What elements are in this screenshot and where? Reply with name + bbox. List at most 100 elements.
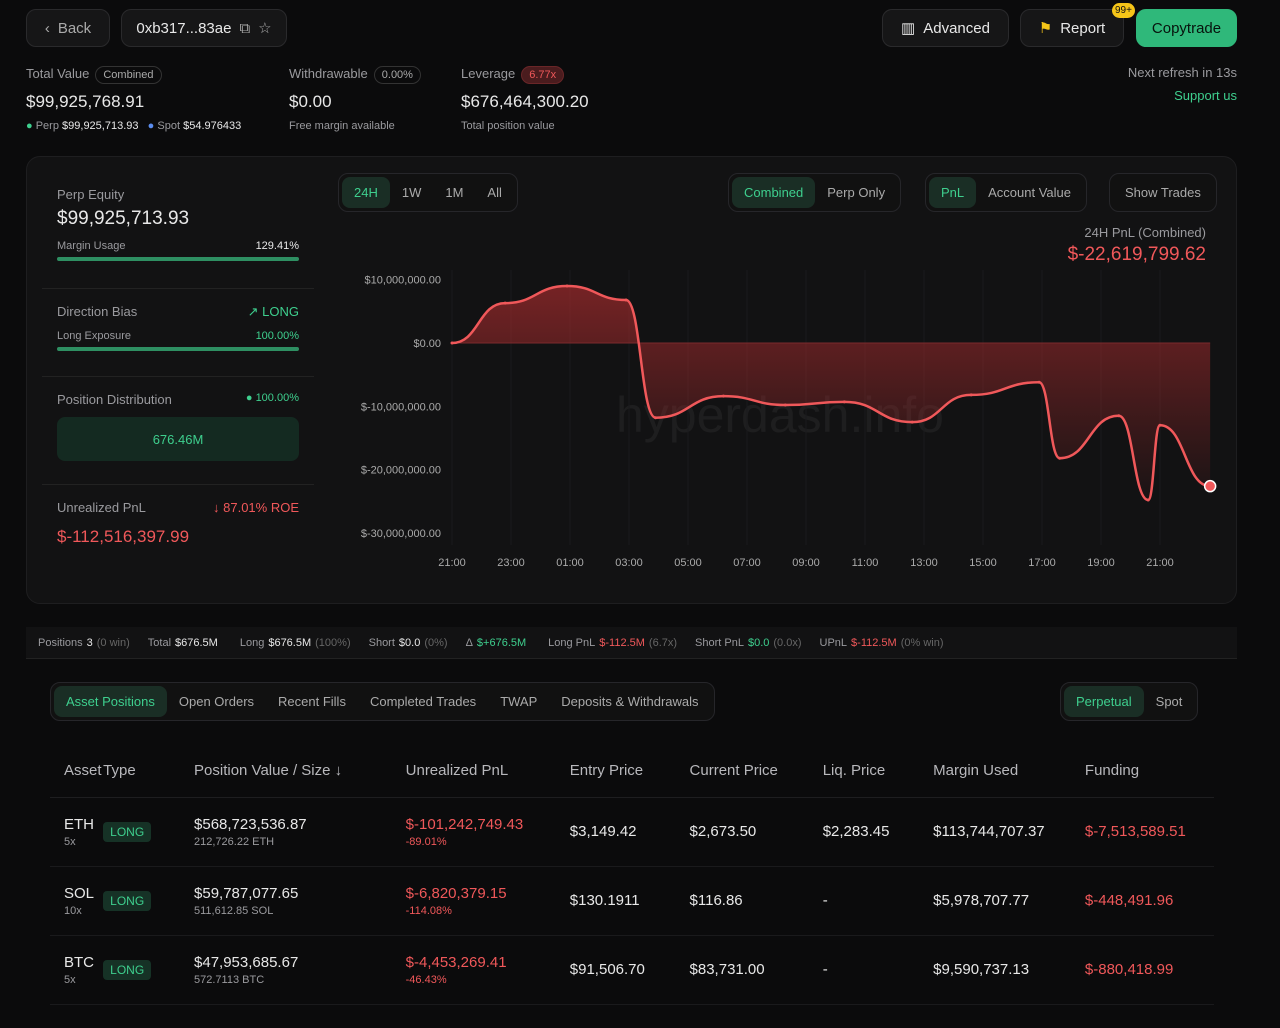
y-tick-label: $-30,000,000.00 [361, 528, 441, 540]
current-point[interactable] [1205, 481, 1216, 492]
x-tick-label: 07:00 [733, 557, 761, 569]
x-tick-label: 15:00 [969, 557, 997, 569]
stat-item: UPnL$-112.5M(0% win) [820, 637, 948, 649]
x-tick-label: 05:00 [674, 557, 702, 569]
margin-used: $5,978,707.77 [933, 866, 1085, 935]
stat-item: Positions 3 (0 win) [38, 637, 134, 649]
tab-open-orders[interactable]: Open Orders [167, 686, 266, 717]
y-tick-label: $10,000,000.00 [365, 275, 441, 287]
type-badge: LONG [103, 822, 151, 842]
pnl-chart[interactable]: hyperdash.info $10,000,000.00$0.00$-10,0… [0, 0, 1280, 600]
tab-asset-positions[interactable]: Asset Positions [54, 686, 167, 717]
x-tick-label: 01:00 [556, 557, 584, 569]
tab-perpetual[interactable]: Perpetual [1064, 686, 1144, 717]
stat-item: Total $676.5M [148, 637, 226, 649]
stat-value: $0.0 [399, 637, 420, 649]
data-point [654, 416, 657, 419]
x-tick-label: 19:00 [1087, 557, 1115, 569]
column-header[interactable]: Position Value / Size ↓ [194, 745, 406, 797]
type-badge: LONG [103, 960, 151, 980]
stat-item: Long$676.5M(100%) [240, 637, 355, 649]
liq-price: - [823, 935, 933, 1004]
x-tick-label: 11:00 [852, 557, 879, 569]
position-value: $47,953,685.67 [194, 954, 298, 971]
upnl-pct: -46.43% [406, 974, 570, 986]
funding: $-448,491.96 [1085, 866, 1214, 935]
column-header: Funding [1085, 745, 1214, 797]
stat-label: Total [148, 637, 171, 649]
upnl: $-6,820,379.15 [406, 885, 507, 902]
current-price: $2,673.50 [690, 797, 823, 866]
entry-price: $3,149.42 [570, 797, 690, 866]
stat-note: (100%) [315, 637, 350, 649]
leverage: 5x [64, 836, 103, 848]
stat-note: (0.0x) [773, 637, 801, 649]
size: 572.7113 BTC [194, 974, 406, 986]
y-tick-label: $-10,000,000.00 [361, 401, 441, 413]
position-value: $59,787,077.65 [194, 885, 298, 902]
positions-stats-bar: Positions 3 (0 win) Total $676.5M Long$676.5M… [26, 627, 1237, 659]
column-header: Type [103, 745, 194, 797]
data-point [1117, 414, 1120, 417]
x-tick-label: 21:00 [438, 557, 466, 569]
pnl-area [452, 286, 1210, 500]
funding: $-7,513,589.51 [1085, 797, 1214, 866]
size: 212,726.22 ETH [194, 836, 406, 848]
data-point [784, 404, 787, 407]
type-badge: LONG [103, 891, 151, 911]
stat-label: Long [240, 637, 264, 649]
data-point [1147, 498, 1150, 501]
x-tick-label: 13:00 [910, 557, 938, 569]
liq-price: - [823, 866, 933, 935]
tab-twap[interactable]: TWAP [488, 686, 549, 717]
stat-value: $-112.5M [599, 637, 645, 649]
current-price: $116.86 [690, 866, 823, 935]
position-value: $568,723,536.87 [194, 816, 307, 833]
table-row[interactable]: ETH 5x LONG $568,723,536.87 212,726.22 ETH… [50, 797, 1214, 866]
leverage: 5x [64, 974, 103, 986]
tab-recent-fills[interactable]: Recent Fills [266, 686, 358, 717]
stat-note: (0%) [424, 637, 447, 649]
stat-item: Short$0.0(0%) [369, 637, 452, 649]
asset: ETH [64, 816, 94, 833]
stat-note: (6.7x) [649, 637, 677, 649]
margin-used: $9,590,737.13 [933, 935, 1085, 1004]
size: 511,612.85 SOL [194, 905, 406, 917]
stat-value: $676.5M [175, 637, 218, 649]
y-tick-label: $-20,000,000.00 [361, 465, 441, 477]
liq-price: $2,283.45 [823, 797, 933, 866]
current-price: $83,731.00 [690, 935, 823, 1004]
data-point [722, 395, 725, 398]
column-header: Entry Price [570, 745, 690, 797]
margin-used: $113,744,707.37 [933, 797, 1085, 866]
data-point [451, 342, 454, 345]
data-point [1038, 381, 1041, 384]
stat-note: (0 win) [97, 637, 130, 649]
data-point [911, 421, 914, 424]
stat-item: Long PnL $-112.5M (6.7x) [548, 637, 681, 649]
stat-label: Positions [38, 637, 83, 649]
stat-item: Δ$+676.5M [466, 637, 535, 649]
data-point [504, 302, 507, 305]
x-tick-label: 03:00 [615, 557, 643, 569]
upnl: $-101,242,749.43 [406, 816, 524, 833]
stat-value: $0.0 [748, 637, 769, 649]
stat-label: UPnL [820, 637, 848, 649]
stat-value: 3 [87, 637, 93, 649]
entry-price: $130.1911 [570, 866, 690, 935]
tab-completed-trades[interactable]: Completed Trades [358, 686, 488, 717]
x-tick-label: 09:00 [792, 557, 820, 569]
x-tick-label: 21:00 [1146, 557, 1174, 569]
asset: BTC [64, 954, 94, 971]
y-tick-label: $0.00 [413, 338, 441, 350]
tab-spot[interactable]: Spot [1144, 686, 1195, 717]
upnl-pct: -89.01% [406, 836, 570, 848]
table-row[interactable]: SOL10x LONG $59,787,077.65511,612.85 SOL… [50, 866, 1214, 935]
column-header: Margin Used [933, 745, 1085, 797]
tab-deposits-withdrawals[interactable]: Deposits & Withdrawals [549, 686, 710, 717]
table-row[interactable]: BTC5x LONG $47,953,685.67572.7113 BTC $-… [50, 935, 1214, 1004]
column-header: Unrealized PnL [406, 745, 570, 797]
column-header: Liq. Price [823, 745, 933, 797]
stat-value: $-112.5M [851, 637, 897, 649]
stat-label: Long PnL [548, 637, 595, 649]
